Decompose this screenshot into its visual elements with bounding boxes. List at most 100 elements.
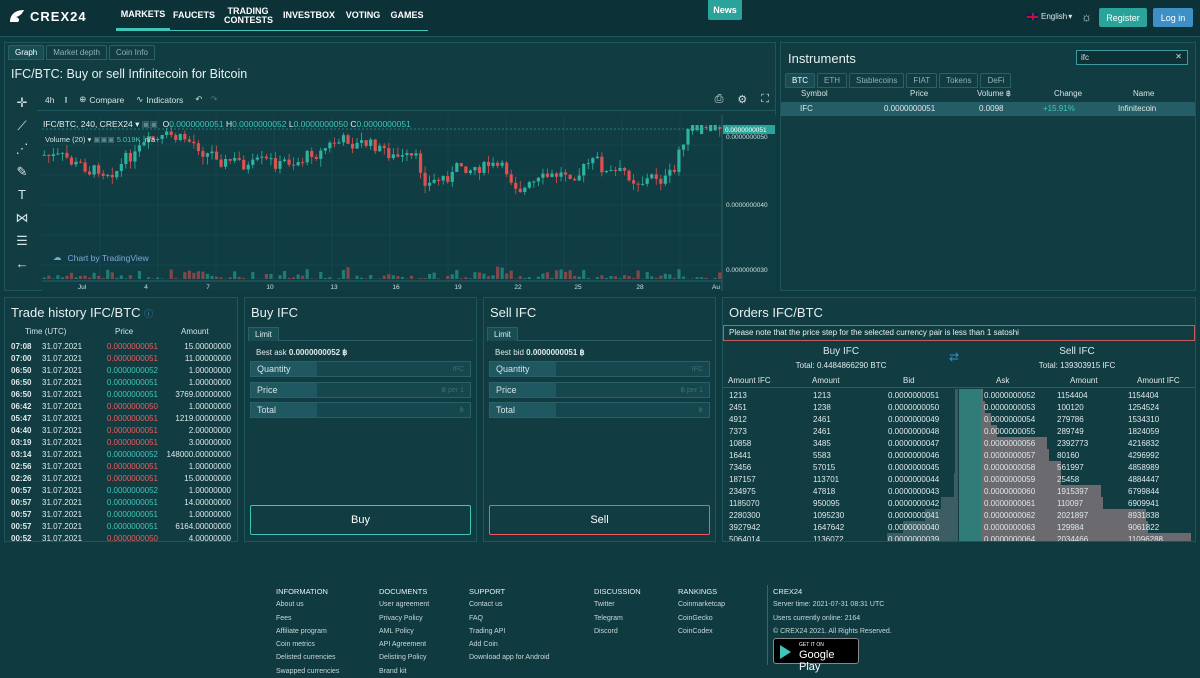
- order-book-row[interactable]: 7373 2461 0.0000000048 0.0000000055 2897…: [723, 425, 1195, 437]
- order-book-row[interactable]: 73456 57015 0.0000000045 0.0000000058 56…: [723, 461, 1195, 473]
- col-name[interactable]: Name: [1133, 89, 1154, 98]
- sell-total-input[interactable]: Total฿: [489, 402, 710, 418]
- footer-link[interactable]: User agreement: [379, 598, 429, 611]
- tab-fiat[interactable]: FIAT: [906, 73, 937, 88]
- buy-quantity-input[interactable]: QuantityIFC: [250, 361, 471, 377]
- logo[interactable]: CREX24: [8, 8, 87, 24]
- order-book-row[interactable]: 1213 1213 0.0000000051 0.0000000052 1154…: [723, 389, 1195, 401]
- col-change[interactable]: Change: [1054, 89, 1082, 98]
- text-icon[interactable]: T: [9, 183, 35, 206]
- nav-markets[interactable]: MARKETS: [116, 0, 170, 30]
- redo-icon[interactable]: ↷: [210, 94, 217, 105]
- camera-icon[interactable]: ⎙: [715, 93, 724, 106]
- nav-trading-contests[interactable]: TRADING CONTESTS: [218, 0, 278, 30]
- order-book-row[interactable]: 234975 47818 0.0000000043 0.0000000060 1…: [723, 485, 1195, 497]
- buy-price-input[interactable]: Price฿ per 1: [250, 382, 471, 398]
- footer-link[interactable]: Coinmarketcap: [678, 598, 725, 611]
- indicators-icon[interactable]: ∿: [136, 94, 143, 105]
- swap-arrows-icon[interactable]: ⇄: [949, 350, 959, 364]
- order-book-row[interactable]: 16441 5583 0.0000000046 0.0000000057 801…: [723, 449, 1195, 461]
- col-volume[interactable]: Volume ฿: [977, 89, 1011, 98]
- nav-games[interactable]: GAMES: [386, 0, 428, 30]
- tab-defi[interactable]: DeFi: [980, 73, 1011, 88]
- order-book-row[interactable]: 2451 1238 0.0000000050 0.0000000053 1001…: [723, 401, 1195, 413]
- legend-symbol[interactable]: IFC/BTC, 240, CREX24: [43, 119, 133, 129]
- footer-link[interactable]: Contact us: [469, 598, 550, 611]
- footer-link[interactable]: API Agreement: [379, 638, 429, 651]
- order-book-row[interactable]: 1185070 950095 0.0000000042 0.0000000061…: [723, 497, 1195, 509]
- nav-voting[interactable]: VOTING: [340, 0, 386, 30]
- tab-stablecoins[interactable]: Stablecoins: [849, 73, 904, 88]
- footer-link[interactable]: About us: [276, 598, 339, 611]
- order-book-row[interactable]: 187157 113701 0.0000000044 0.0000000059 …: [723, 473, 1195, 485]
- order-book-row[interactable]: 2280300 1095230 0.0000000041 0.000000006…: [723, 509, 1195, 521]
- login-button[interactable]: Log in: [1153, 8, 1193, 27]
- info-icon[interactable]: ⓘ: [144, 309, 153, 319]
- sell-price-input[interactable]: Price฿ per 1: [489, 382, 710, 398]
- back-arrow-icon[interactable]: ←: [9, 252, 35, 275]
- google-play-badge[interactable]: GET IT ON Google Play: [773, 638, 859, 664]
- candle-body: [260, 157, 263, 158]
- tab-market-depth[interactable]: Market depth: [46, 45, 107, 60]
- news-button[interactable]: News: [708, 0, 742, 20]
- footer-link[interactable]: Trading API: [469, 625, 550, 638]
- nav-faucets[interactable]: FAUCETS: [170, 0, 218, 30]
- tab-btc[interactable]: BTC: [785, 73, 815, 88]
- footer-link[interactable]: Delisting Policy: [379, 651, 429, 664]
- order-book-row[interactable]: 3927942 1647642 0.0000000040 0.000000006…: [723, 521, 1195, 533]
- order-book-row[interactable]: 5064014 1136072 0.0000000039 0.000000006…: [723, 533, 1195, 542]
- footer-link[interactable]: Fees: [276, 612, 339, 625]
- fullscreen-icon[interactable]: ⛶: [761, 93, 769, 106]
- footer-link[interactable]: FAQ: [469, 612, 550, 625]
- indicators-button[interactable]: Indicators: [146, 95, 183, 105]
- tab-eth[interactable]: ETH: [817, 73, 847, 88]
- footer-link[interactable]: AML Policy: [379, 625, 429, 638]
- tradingview-link[interactable]: ☁Chart by TradingView: [53, 252, 149, 263]
- candle-type-icon[interactable]: ⫾: [64, 94, 67, 105]
- tab-graph[interactable]: Graph: [8, 45, 44, 60]
- register-button[interactable]: Register: [1099, 8, 1147, 27]
- compare-icon[interactable]: ⊕: [79, 94, 86, 105]
- col-symbol[interactable]: Symbol: [801, 89, 828, 98]
- buy-button[interactable]: Buy: [250, 505, 471, 535]
- theme-sun-icon[interactable]: ☼: [1081, 10, 1092, 24]
- footer-link[interactable]: Download app for Android: [469, 651, 550, 664]
- tab-tokens[interactable]: Tokens: [939, 73, 978, 88]
- crosshair-icon[interactable]: ✛: [9, 91, 35, 114]
- footer-link[interactable]: Privacy Policy: [379, 612, 429, 625]
- col-price[interactable]: Price: [910, 89, 928, 98]
- sell-quantity-input[interactable]: QuantityIFC: [489, 361, 710, 377]
- footer-link[interactable]: CoinCodex: [678, 625, 725, 638]
- buy-tab-limit[interactable]: Limit: [248, 327, 279, 341]
- sell-tab-limit[interactable]: Limit: [487, 327, 518, 341]
- footer-link[interactable]: Add Coin: [469, 638, 550, 651]
- language-selector[interactable]: English ▾: [1027, 12, 1072, 21]
- nav-investbox[interactable]: INVESTBOX: [278, 0, 340, 30]
- order-book-row[interactable]: 4912 2461 0.0000000049 0.0000000054 2797…: [723, 413, 1195, 425]
- measure-icon[interactable]: ☰: [9, 229, 35, 252]
- settings-gear-icon[interactable]: ⚙: [737, 93, 747, 106]
- compare-button[interactable]: Compare: [89, 95, 124, 105]
- footer-link[interactable]: Telegram: [594, 612, 641, 625]
- fib-icon[interactable]: ⋰: [9, 137, 35, 160]
- pattern-icon[interactable]: ⋈: [9, 206, 35, 229]
- brush-icon[interactable]: ✎: [9, 160, 35, 183]
- footer-link[interactable]: CoinGecko: [678, 612, 725, 625]
- buy-total-input[interactable]: Total฿: [250, 402, 471, 418]
- undo-icon[interactable]: ↶: [195, 94, 202, 105]
- footer-link[interactable]: Affiliate program: [276, 625, 339, 638]
- footer-link[interactable]: Swapped currencies: [276, 665, 339, 678]
- footer-link[interactable]: Twitter: [594, 598, 641, 611]
- instrument-search-input[interactable]: ifc✕: [1076, 50, 1188, 65]
- sell-button[interactable]: Sell: [489, 505, 710, 535]
- interval-button[interactable]: 4h: [45, 95, 54, 105]
- footer-link[interactable]: Coin metrics: [276, 638, 339, 651]
- order-book-row[interactable]: 10858 3485 0.0000000047 0.0000000056 239…: [723, 437, 1195, 449]
- footer-link[interactable]: Delisted currencies: [276, 651, 339, 664]
- footer-link[interactable]: Discord: [594, 625, 641, 638]
- tab-coin-info[interactable]: Coin Info: [109, 45, 155, 60]
- close-icon[interactable]: ✕: [1175, 52, 1182, 61]
- instrument-row-ifc[interactable]: IFC 0.0000000051 0.0098 +15.91% Infinite…: [781, 102, 1195, 116]
- trend-line-icon[interactable]: ⟋: [9, 114, 35, 137]
- footer-link[interactable]: Brand kit: [379, 665, 429, 678]
